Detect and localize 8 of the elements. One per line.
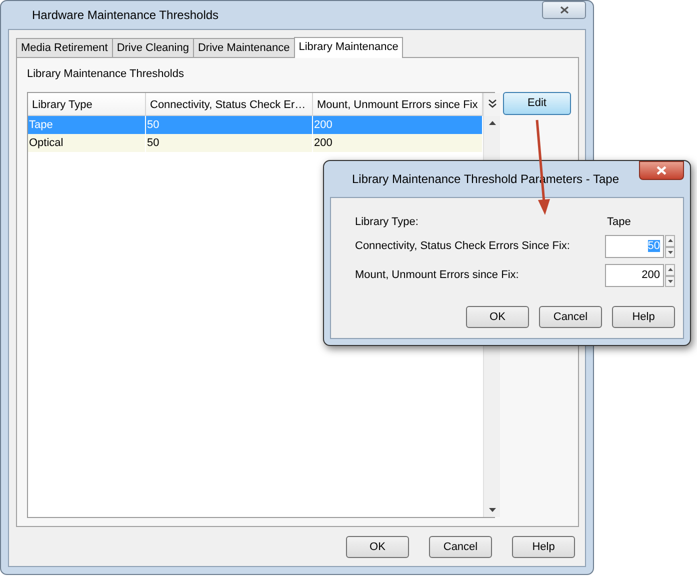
window-title: Hardware Maintenance Thresholds — [32, 7, 219, 24]
table-cell: Optical — [28, 134, 146, 152]
table-cell: 50 — [146, 134, 313, 152]
field-label: Library Type: — [355, 214, 420, 230]
group-title: Library Maintenance Thresholds — [27, 67, 185, 82]
field-label: Connectivity, Status Check Errors Since Fix: — [355, 239, 571, 254]
field-label: Mount, Unmount Errors since Fix: — [355, 268, 520, 284]
field-value: Tape — [606, 214, 632, 230]
